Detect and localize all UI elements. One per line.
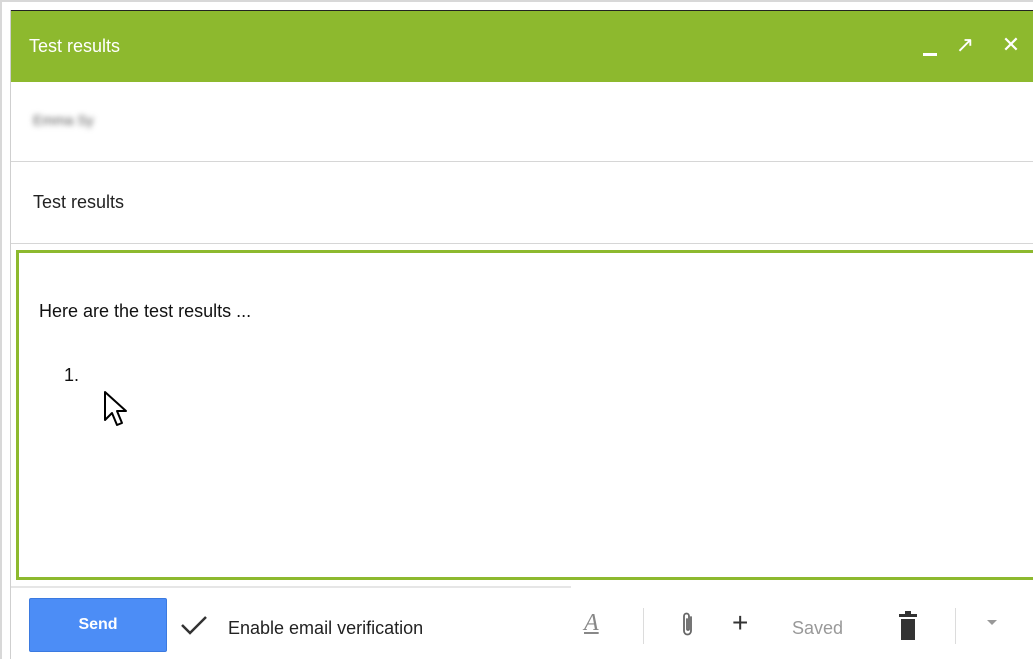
to-field[interactable]: Emma Sy [11,82,1033,162]
more-options-chevron-down-icon[interactable] [987,620,997,625]
outer-border-left [0,0,2,659]
discard-draft-trash-icon[interactable] [897,610,919,642]
popout-arrow-icon[interactable]: ↗ [953,31,977,59]
insert-more-plus-icon[interactable]: + [732,607,748,639]
compose-title-bar[interactable]: Test results ↗ ✕ [11,10,1033,82]
toolbar-vertical-divider [643,608,644,644]
ordered-list-marker: 1. [64,365,80,385]
checkmark-icon[interactable] [179,614,209,636]
compose-window: Test results ↗ ✕ Emma Sy Test results He… [10,10,1033,659]
toolbar-divider [11,586,571,588]
mouse-pointer-icon [104,391,127,426]
draft-saved-status: Saved [792,618,844,638]
enable-verification-label[interactable]: Enable email verification [228,618,423,639]
toolbar-vertical-divider [955,608,956,644]
message-body-editor[interactable]: Here are the test results ... 1. [16,250,1033,580]
attachment-paperclip-icon[interactable] [680,610,696,640]
outer-border-top [0,0,1033,2]
send-button[interactable]: Send [29,598,167,652]
subject-field[interactable]: Test results [11,162,1033,244]
formatting-options-icon[interactable]: A [584,610,599,637]
body-text: Here are the test results ... [39,301,252,321]
recipient-chip[interactable]: Emma Sy [33,112,94,128]
close-icon[interactable]: ✕ [999,31,1023,59]
screenshot-frame: Test results ↗ ✕ Emma Sy Test results He… [0,0,1033,659]
window-title: Test results [29,36,121,56]
subject-input[interactable]: Test results [33,192,124,213]
